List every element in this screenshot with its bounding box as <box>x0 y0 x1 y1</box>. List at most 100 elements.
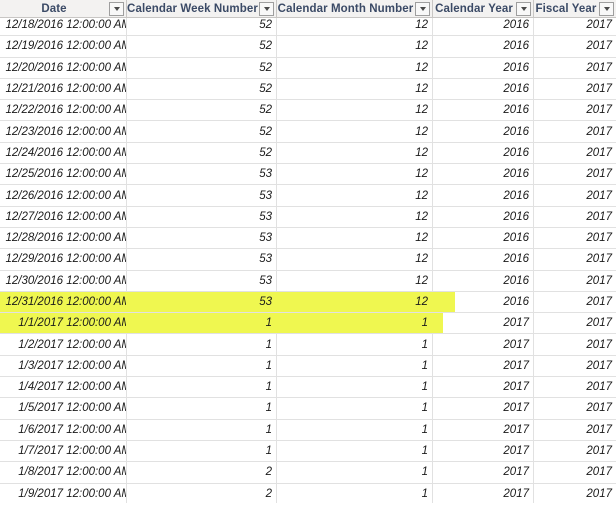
cell-calendar-month-number[interactable]: 1 <box>277 313 433 334</box>
cell-calendar-week-number[interactable]: 53 <box>127 206 277 227</box>
cell-fiscal-year[interactable]: 2017 <box>534 164 616 184</box>
column-filter-button[interactable] <box>516 1 531 16</box>
cell-calendar-week-number[interactable]: 52 <box>127 100 277 121</box>
column-filter-button[interactable] <box>415 1 430 16</box>
table-row[interactable]: 12/24/2016 12:00:00 AM 52 12 2016 2017 <box>0 142 616 165</box>
table-row[interactable]: 1/4/2017 12:00:00 AM 1 1 2017 2017 <box>0 377 616 399</box>
table-row[interactable]: 1/2/2017 12:00:00 AM 1 1 2017 2017 <box>0 334 616 356</box>
cell-date[interactable]: 12/18/2016 12:00:00 AM <box>0 15 127 36</box>
cell-calendar-week-number[interactable]: 52 <box>127 36 277 57</box>
cell-calendar-week-number[interactable]: 1 <box>127 334 277 355</box>
cell-calendar-month-number[interactable]: 12 <box>277 36 433 57</box>
cell-calendar-year[interactable]: 2016 <box>433 185 534 206</box>
cell-fiscal-year[interactable]: 2017 <box>534 58 616 78</box>
cell-fiscal-year[interactable]: 2017 <box>534 356 616 376</box>
cell-calendar-month-number[interactable]: 1 <box>277 355 433 377</box>
cell-calendar-month-number[interactable]: 12 <box>277 15 433 36</box>
cell-calendar-year[interactable]: 2016 <box>433 227 534 249</box>
table-row[interactable]: 12/19/2016 12:00:00 AM 52 12 2016 2017 <box>0 36 616 58</box>
cell-calendar-month-number[interactable]: 1 <box>277 334 433 355</box>
cell-date[interactable]: 12/24/2016 12:00:00 AM <box>0 142 127 164</box>
table-row[interactable]: 1/6/2017 12:00:00 AM 1 1 2017 2017 <box>0 419 616 441</box>
cell-calendar-month-number[interactable]: 12 <box>277 291 433 313</box>
cell-calendar-month-number[interactable]: 12 <box>277 121 433 142</box>
cell-calendar-month-number[interactable]: 12 <box>277 100 433 121</box>
cell-fiscal-year[interactable]: 2017 <box>534 121 616 141</box>
column-filter-button[interactable] <box>599 1 614 16</box>
cell-fiscal-year[interactable]: 2017 <box>534 420 616 440</box>
table-row[interactable]: 1/5/2017 12:00:00 AM 1 1 2017 2017 <box>0 398 616 420</box>
cell-calendar-month-number[interactable]: 12 <box>277 142 433 164</box>
cell-date[interactable]: 12/22/2016 12:00:00 AM <box>0 100 127 121</box>
table-row[interactable]: 12/31/2016 12:00:00 AM 53 12 2016 2017 <box>0 291 616 314</box>
cell-date[interactable]: 12/26/2016 12:00:00 AM <box>0 185 127 206</box>
cell-calendar-week-number[interactable]: 1 <box>127 313 277 334</box>
cell-fiscal-year[interactable]: 2017 <box>534 441 616 461</box>
cell-date[interactable]: 12/27/2016 12:00:00 AM <box>0 206 127 227</box>
column-filter-button[interactable] <box>109 1 124 16</box>
cell-fiscal-year[interactable]: 2017 <box>534 271 616 291</box>
cell-fiscal-year[interactable]: 2017 <box>534 15 616 35</box>
cell-calendar-week-number[interactable]: 2 <box>127 462 277 483</box>
table-row[interactable]: 12/30/2016 12:00:00 AM 53 12 2016 2017 <box>0 270 616 292</box>
cell-fiscal-year[interactable]: 2017 <box>534 79 616 99</box>
table-body[interactable]: 12/18/2016 12:00:00 AM 52 12 2016 2017 12/19/… <box>0 15 616 503</box>
cell-calendar-year[interactable]: 2016 <box>433 270 534 291</box>
cell-calendar-week-number[interactable]: 52 <box>127 121 277 142</box>
cell-fiscal-year[interactable]: 2017 <box>534 100 616 120</box>
cell-calendar-week-number[interactable]: 52 <box>127 142 277 164</box>
cell-calendar-week-number[interactable]: 53 <box>127 164 277 185</box>
table-row[interactable]: 12/25/2016 12:00:00 AM 53 12 2016 2017 <box>0 164 616 186</box>
cell-calendar-year[interactable]: 2017 <box>433 313 534 334</box>
cell-date[interactable]: 1/9/2017 12:00:00 AM <box>0 483 127 503</box>
cell-fiscal-year[interactable]: 2017 <box>534 143 616 163</box>
cell-calendar-month-number[interactable]: 1 <box>277 462 433 483</box>
cell-calendar-year[interactable]: 2016 <box>433 78 534 100</box>
cell-fiscal-year[interactable]: 2017 <box>534 377 616 397</box>
cell-calendar-week-number[interactable]: 1 <box>127 355 277 377</box>
cell-calendar-week-number[interactable]: 53 <box>127 227 277 249</box>
cell-calendar-month-number[interactable]: 1 <box>277 483 433 503</box>
table-row[interactable]: 1/3/2017 12:00:00 AM 1 1 2017 2017 <box>0 355 616 378</box>
cell-calendar-week-number[interactable]: 2 <box>127 483 277 503</box>
cell-calendar-week-number[interactable]: 1 <box>127 440 277 462</box>
table-row[interactable]: 12/20/2016 12:00:00 AM 52 12 2016 2017 <box>0 57 616 79</box>
cell-calendar-week-number[interactable]: 52 <box>127 78 277 100</box>
cell-fiscal-year[interactable]: 2017 <box>534 249 616 269</box>
table-row[interactable]: 12/29/2016 12:00:00 AM 53 12 2016 2017 <box>0 249 616 271</box>
cell-calendar-year[interactable]: 2016 <box>433 206 534 227</box>
cell-calendar-week-number[interactable]: 53 <box>127 249 277 270</box>
cell-calendar-year[interactable]: 2016 <box>433 36 534 57</box>
cell-calendar-year[interactable]: 2016 <box>433 121 534 142</box>
column-header-calendar-month-number[interactable]: Calendar Month Number <box>277 0 433 17</box>
table-row[interactable]: 12/27/2016 12:00:00 AM 53 12 2016 2017 <box>0 206 616 228</box>
cell-fiscal-year[interactable]: 2017 <box>534 462 616 482</box>
cell-date[interactable]: 1/7/2017 12:00:00 AM <box>0 440 127 462</box>
cell-calendar-year[interactable]: 2016 <box>433 100 534 121</box>
cell-date[interactable]: 1/2/2017 12:00:00 AM <box>0 334 127 355</box>
cell-fiscal-year[interactable]: 2017 <box>534 334 616 354</box>
column-filter-button[interactable] <box>259 1 274 16</box>
cell-date[interactable]: 1/4/2017 12:00:00 AM <box>0 377 127 398</box>
cell-date[interactable]: 12/29/2016 12:00:00 AM <box>0 249 127 270</box>
cell-date[interactable]: 12/28/2016 12:00:00 AM <box>0 227 127 249</box>
cell-fiscal-year[interactable]: 2017 <box>534 292 616 312</box>
cell-calendar-year[interactable]: 2016 <box>433 15 534 36</box>
cell-date[interactable]: 1/1/2017 12:00:00 AM <box>0 313 127 334</box>
cell-calendar-week-number[interactable]: 52 <box>127 15 277 36</box>
cell-calendar-year[interactable]: 2016 <box>433 142 534 164</box>
column-header-date[interactable]: Date <box>0 0 127 17</box>
cell-calendar-year[interactable]: 2017 <box>433 483 534 503</box>
table-row[interactable]: 12/22/2016 12:00:00 AM 52 12 2016 2017 <box>0 100 616 122</box>
cell-date[interactable]: 12/23/2016 12:00:00 AM <box>0 121 127 142</box>
column-header-calendar-year[interactable]: Calendar Year <box>433 0 534 17</box>
table-row[interactable]: 12/26/2016 12:00:00 AM 53 12 2016 2017 <box>0 185 616 207</box>
cell-calendar-month-number[interactable]: 12 <box>277 164 433 185</box>
cell-date[interactable]: 12/20/2016 12:00:00 AM <box>0 57 127 78</box>
cell-calendar-week-number[interactable]: 1 <box>127 398 277 419</box>
table-row[interactable]: 12/21/2016 12:00:00 AM 52 12 2016 2017 <box>0 78 616 101</box>
cell-calendar-year[interactable]: 2017 <box>433 440 534 462</box>
cell-calendar-month-number[interactable]: 12 <box>277 270 433 291</box>
cell-date[interactable]: 1/8/2017 12:00:00 AM <box>0 462 127 483</box>
cell-fiscal-year[interactable]: 2017 <box>534 228 616 248</box>
